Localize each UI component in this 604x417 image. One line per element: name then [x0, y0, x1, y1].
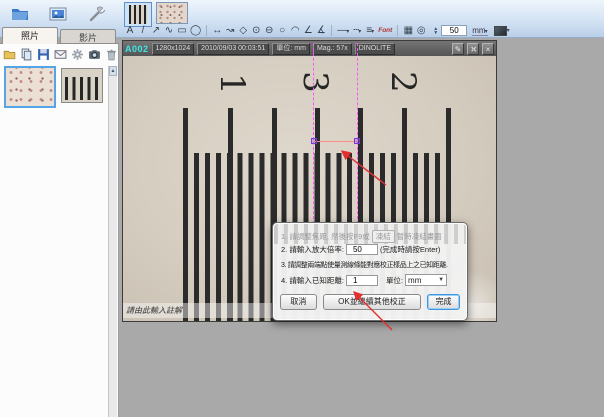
magnification-badge: Mag.: 57x: [313, 43, 352, 55]
annotation-toolbar: A/↗∿▭◯ ↔↝◇⊙⊖○◠∠∡ —▾┄▾≡▾Font ▦◎ ▲▼ mm▾ ▾: [124, 23, 510, 38]
grid-button-icon[interactable]: ▦: [402, 24, 414, 37]
unit-label: 單位:: [386, 275, 403, 286]
unit-toolbar-dropdown[interactable]: mm▾: [472, 26, 487, 36]
ruler-number-label: 1: [212, 64, 252, 104]
fullscreen-button[interactable]: ✛: [467, 43, 479, 55]
device-badge: DINOLITE: [355, 43, 395, 55]
step2-hint: (完成時請按Enter): [380, 244, 440, 255]
delete-icon[interactable]: [104, 47, 119, 62]
step1-suffix: 暫時凍結畫面: [397, 231, 442, 242]
magnification-toolbar-input[interactable]: [441, 25, 467, 36]
photo-thumbnail-ruler[interactable]: [61, 68, 103, 103]
timestamp-badge: 2010/09/03 00:03:51: [197, 43, 269, 55]
close-viewer-button[interactable]: ×: [482, 43, 494, 55]
step4-label: 4. 請輸入已知距離:: [281, 275, 344, 286]
known-distance-input[interactable]: [346, 275, 378, 286]
line-color-dropdown-icon[interactable]: —▾: [336, 24, 350, 37]
tab-photos[interactable]: 照片: [2, 27, 58, 44]
dinocapture-app: i A/↗∿▭◯↔↝◇⊙⊖○◠∠∡—▾┄▾≡▾Font▦◎▲▼mm▾▾ 照片 影…: [0, 0, 604, 417]
ruler-mini-image: [129, 5, 147, 24]
unit-select[interactable]: mm ▼: [405, 274, 447, 286]
unit-value: mm: [408, 276, 421, 285]
measure-line-tool-icon[interactable]: ↔: [211, 24, 223, 37]
freehand-tool-icon[interactable]: ∿: [163, 24, 175, 37]
photo-list-panel: ▲: [0, 43, 119, 417]
settings-icon[interactable]: [70, 47, 85, 62]
measure-arc-tool-icon[interactable]: ◠: [289, 24, 301, 37]
dialog-step4: 4. 請輸入已知距離: 單位: mm ▼: [281, 274, 461, 286]
measure-polyline-tool-icon[interactable]: ↝: [224, 24, 236, 37]
background-image-dropdown[interactable]: [494, 26, 507, 36]
left-panel-tabs: 照片 影片: [0, 27, 120, 44]
copy-icon[interactable]: [19, 47, 34, 62]
done-button[interactable]: 完成: [427, 294, 460, 310]
thumbnail-scrollbar[interactable]: ▲: [108, 66, 117, 417]
ruler-thumb-bars: [65, 77, 99, 100]
edit-tool-button[interactable]: ✎: [452, 43, 464, 55]
toolbar-separator: [397, 25, 398, 36]
dialog-buttons: 取消 OK並繼續其他校正 完成: [273, 294, 467, 310]
font-button-icon[interactable]: Font: [377, 24, 393, 37]
toolbar-separator: [331, 25, 332, 36]
open-icon[interactable]: [2, 47, 17, 62]
magnification-input-field[interactable]: [346, 244, 378, 255]
step1-prefix: 1. 請調整焦距, 然後按F9或: [281, 231, 370, 242]
arrow-tool-icon[interactable]: ↗: [150, 24, 162, 37]
ruler-number-label: 3: [295, 62, 335, 102]
photo-actions-toolbar: [2, 47, 119, 62]
measurement-line[interactable]: [314, 141, 358, 142]
ruler-major-tick: [228, 108, 233, 321]
magnifier-button-icon[interactable]: ◎: [415, 24, 427, 37]
chevron-down-icon: ▼: [438, 277, 444, 283]
dialog-step1: 1. 請調整焦距, 然後按F9或 凍結 暫時凍結畫面: [281, 230, 461, 243]
unit-badge: 單位: mm: [272, 43, 310, 55]
measure-angle3-tool-icon[interactable]: ∡: [315, 24, 327, 37]
measure-circle-center-tool-icon[interactable]: ⊙: [250, 24, 262, 37]
rectangle-tool-icon[interactable]: ▭: [176, 24, 188, 37]
measure-circle-diameter-tool-icon[interactable]: ⊖: [263, 24, 275, 37]
text-tool-icon[interactable]: A: [124, 24, 136, 37]
image-id-label: A002: [125, 44, 149, 54]
step3-label: 3. 請調整兩端點使量測線條能對應校正樣品上之已知距離.: [281, 260, 448, 270]
tab-videos[interactable]: 影片: [60, 29, 116, 44]
calibration-guide-line-right: [357, 43, 358, 224]
ellipse-tool-icon[interactable]: ◯: [189, 24, 202, 37]
top-thumbnail-pattern[interactable]: [156, 2, 188, 24]
chevron-down-icon: ▾: [507, 27, 510, 34]
viewer-header: A002 1280x10242010/09/03 00:03:51單位: mmM…: [123, 41, 496, 56]
line-style-dropdown-icon[interactable]: ┄▾: [351, 24, 363, 37]
line-tool-icon[interactable]: /: [137, 24, 149, 37]
ruler-number-label: 2: [383, 62, 423, 102]
measurement-handle-right[interactable]: [354, 138, 360, 144]
save-icon[interactable]: [36, 47, 51, 62]
measure-polygon-tool-icon[interactable]: ◇: [237, 24, 249, 37]
line-width-dropdown-icon[interactable]: ≡▾: [364, 24, 376, 37]
capture-window-icon[interactable]: [46, 2, 70, 25]
size-spinner[interactable]: ▲▼: [433, 27, 438, 35]
toolbar-separator: [206, 25, 207, 36]
freeze-button[interactable]: 凍結: [372, 230, 395, 243]
ruler-major-tick: [183, 108, 188, 321]
email-icon[interactable]: [53, 47, 68, 62]
tools-icon[interactable]: [84, 2, 108, 25]
capture-icon[interactable]: [87, 47, 102, 62]
calibration-guide-line-left: [313, 43, 314, 224]
dialog-step3: 3. 請調整兩端點使量測線條能對應校正樣品上之已知距離.: [281, 260, 461, 270]
step2-label: 2. 請輸入放大倍率:: [281, 244, 344, 255]
left-panel: 照片 影片 ▲: [0, 27, 120, 417]
open-folder-icon[interactable]: [8, 2, 32, 25]
scrollbar-up-arrow[interactable]: ▲: [109, 66, 117, 76]
measure-angle-tool-icon[interactable]: ∠: [302, 24, 314, 37]
calibration-dialog: 1. 請調整焦距, 然後按F9或 凍結 暫時凍結畫面 2. 請輸入放大倍率: (…: [272, 222, 468, 321]
ok-continue-button[interactable]: OK並繼續其他校正: [323, 294, 421, 310]
measurement-handle-left[interactable]: [311, 138, 317, 144]
measure-circle-tool-icon[interactable]: ○: [276, 24, 288, 37]
photo-thumbnail-selected[interactable]: [4, 66, 56, 108]
dialog-step2: 2. 請輸入放大倍率: (完成時請按Enter): [281, 244, 461, 255]
cancel-button[interactable]: 取消: [280, 294, 317, 310]
resolution-badge: 1280x1024: [152, 43, 195, 55]
